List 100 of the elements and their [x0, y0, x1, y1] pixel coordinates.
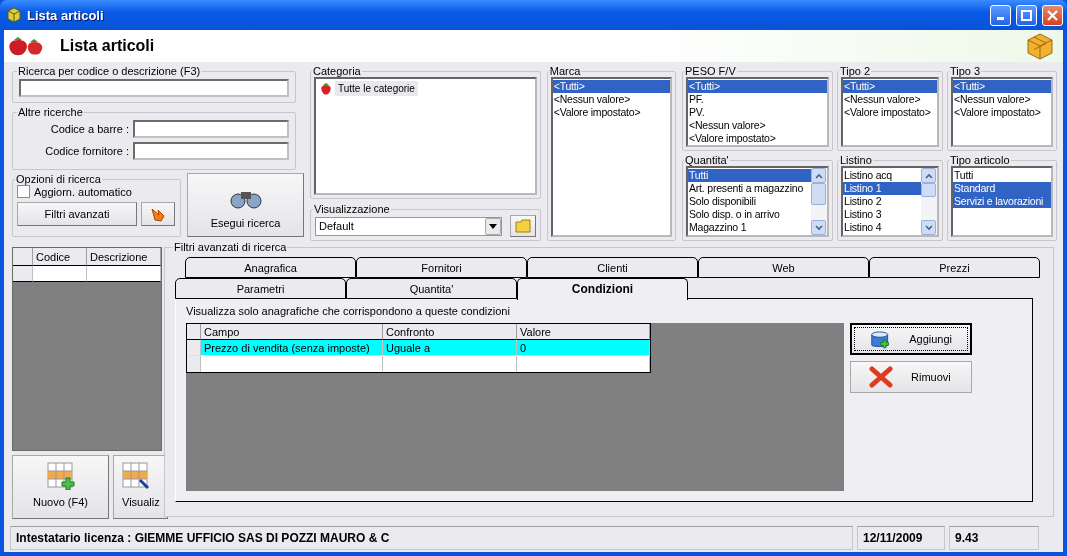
column-header[interactable]: Valore	[517, 324, 650, 340]
row-header	[187, 356, 201, 372]
list-item[interactable]: Tutti	[953, 169, 1051, 182]
maximize-button[interactable]	[1016, 4, 1037, 26]
list-item[interactable]: Solo disp. o in arrivo	[688, 208, 811, 221]
view-button[interactable]: Visualiz	[113, 455, 168, 519]
list-item[interactable]: <Tutti>	[953, 80, 1051, 93]
list-item[interactable]: <Valore impostato>	[552, 106, 670, 119]
group-label: PESO F/V	[684, 65, 737, 77]
row-header	[187, 340, 201, 356]
input-field[interactable]	[133, 120, 289, 138]
list-item[interactable]: Listino 2	[843, 195, 921, 208]
list-box[interactable]: Listino acq Listino 1 Listino 2 Listino 3 Listino 4	[841, 166, 939, 237]
checkbox-label: Aggiorn. automatico	[34, 185, 132, 198]
list-item[interactable]: Magazzino 1	[688, 221, 811, 234]
list-box[interactable]: Tutti Standard Servizi e lavorazioni	[951, 166, 1053, 237]
list-item[interactable]: <Nessun valore>	[688, 119, 827, 132]
scroll-thumb[interactable]	[811, 183, 826, 205]
remove-button[interactable]: Rimuovi	[850, 361, 972, 393]
window-title: Lista articoli	[27, 7, 105, 23]
list-item[interactable]: Listino 3	[843, 208, 921, 221]
list-item[interactable]: Art. presenti a magazzino	[688, 182, 811, 195]
search-button[interactable]: Esegui ricerca	[187, 173, 304, 237]
column-header[interactable]: Descrizione	[87, 248, 161, 266]
group-label: Tipo articolo	[949, 154, 1011, 166]
group-label: Ricerca per codice o descrizione (F3)	[17, 65, 202, 77]
scrollbar[interactable]	[921, 168, 937, 235]
tab[interactable]: Anagrafica	[185, 257, 356, 278]
column-header[interactable]: Confronto	[383, 324, 517, 340]
checkbox[interactable]: Aggiorn. automatico	[17, 185, 176, 198]
tree-item[interactable]: Tutte le categorie	[335, 81, 418, 96]
list-item[interactable]: Solo disponibili	[688, 195, 811, 208]
table-cell: Uguale a	[383, 340, 517, 356]
input-field[interactable]	[133, 142, 289, 160]
list-item[interactable]: Listino 4	[843, 221, 921, 234]
list-item[interactable]: <Tutti>	[552, 80, 670, 93]
dropdown-arrow-icon	[488, 223, 497, 229]
folder-button[interactable]	[509, 215, 536, 237]
list-item[interactable]: <Valore impostato>	[953, 106, 1051, 119]
group-label: Categoria	[312, 65, 362, 77]
column-header[interactable]: Codice	[33, 248, 87, 266]
column-header[interactable]: Campo	[201, 324, 383, 340]
list-item[interactable]: <Tutti>	[843, 80, 937, 93]
corner-header	[13, 248, 33, 266]
scroll-down-icon	[924, 224, 933, 231]
hand-pointer-icon	[150, 206, 166, 222]
list-item[interactable]: <Valore impostato>	[843, 106, 937, 119]
scroll-down-icon	[814, 224, 823, 231]
group-label: Opzioni di ricerca	[15, 173, 102, 185]
list-item[interactable]: Standard	[953, 182, 1051, 195]
new-button[interactable]: Nuovo (F4)	[12, 455, 109, 519]
close-button[interactable]	[1042, 4, 1063, 26]
table-cell: Prezzo di vendita (senza imposte)	[201, 340, 383, 356]
list-box[interactable]: <Tutti> <Nessun valore> <Valore impostato>	[841, 77, 939, 147]
group-label: Tipo 2	[839, 65, 872, 77]
scroll-up-icon	[924, 172, 933, 179]
tab[interactable]: Clienti	[527, 257, 698, 278]
search-field[interactable]	[19, 79, 289, 97]
list-item[interactable]: Listino 1	[843, 182, 921, 195]
list-box[interactable]: <Tutti> <Nessun valore> <Valore impostato>	[550, 77, 672, 237]
list-item[interactable]: <Nessun valore>	[843, 93, 937, 106]
maximize-icon	[1021, 9, 1032, 21]
view-dropdown[interactable]: Default	[315, 216, 502, 236]
list-item[interactable]: Listino acq	[843, 169, 921, 182]
list-item[interactable]: PV.	[688, 106, 827, 119]
list-item[interactable]: Servizi e lavorazioni	[953, 195, 1051, 208]
list-box[interactable]: <Tutti> <Nessun valore> <Valore impostato>	[951, 77, 1053, 147]
binoculars-icon	[228, 189, 263, 209]
advanced-filters-button[interactable]: Filtri avanzati	[17, 202, 137, 226]
tab[interactable]: Fornitori	[356, 257, 527, 278]
tab[interactable]: Quantita'	[346, 278, 517, 299]
scrollbar[interactable]	[811, 168, 827, 235]
corner-header	[187, 324, 201, 340]
group-label: Listino	[839, 154, 873, 166]
field-label: Codice fornitore :	[45, 145, 129, 157]
scroll-thumb[interactable]	[921, 183, 936, 197]
list-box[interactable]: <Tutti> PF. PV. <Nessun valore> <Valore impostato>	[686, 77, 829, 147]
group-label: Tipo 3	[949, 65, 982, 77]
add-button[interactable]: Aggiungi	[850, 323, 972, 355]
cube-icon	[6, 7, 22, 23]
tab[interactable]: Parametri	[175, 278, 346, 299]
minimize-icon	[997, 16, 1004, 20]
list-item[interactable]: PF.	[688, 93, 827, 106]
list-item[interactable]: <Nessun valore>	[953, 93, 1051, 106]
list-item[interactable]: <Tutti>	[688, 80, 827, 93]
list-item[interactable]: <Valore impostato>	[688, 132, 827, 145]
tree-view[interactable]: Tutte le categorie	[314, 77, 537, 195]
list-box[interactable]: Tutti Art. presenti a magazzino Solo disponibili Solo disp. o in arrivo Magazzino 1	[686, 166, 829, 237]
list-item[interactable]: Tutti	[688, 169, 811, 182]
tab[interactable]: Web	[698, 257, 869, 278]
table-row[interactable]: Prezzo di vendita (senza imposte) Uguale a 0	[187, 340, 650, 356]
table-cell: 0	[517, 340, 650, 356]
page-title: Lista articoli	[60, 37, 156, 55]
pointer-button[interactable]	[141, 202, 175, 226]
status-time: 9.43	[949, 526, 1039, 550]
minimize-button[interactable]	[990, 4, 1011, 26]
group-label: Altre ricerche	[17, 106, 84, 118]
tab[interactable]: Condizioni	[517, 278, 688, 300]
tab[interactable]: Prezzi	[869, 257, 1040, 278]
list-item[interactable]: <Nessun valore>	[552, 93, 670, 106]
